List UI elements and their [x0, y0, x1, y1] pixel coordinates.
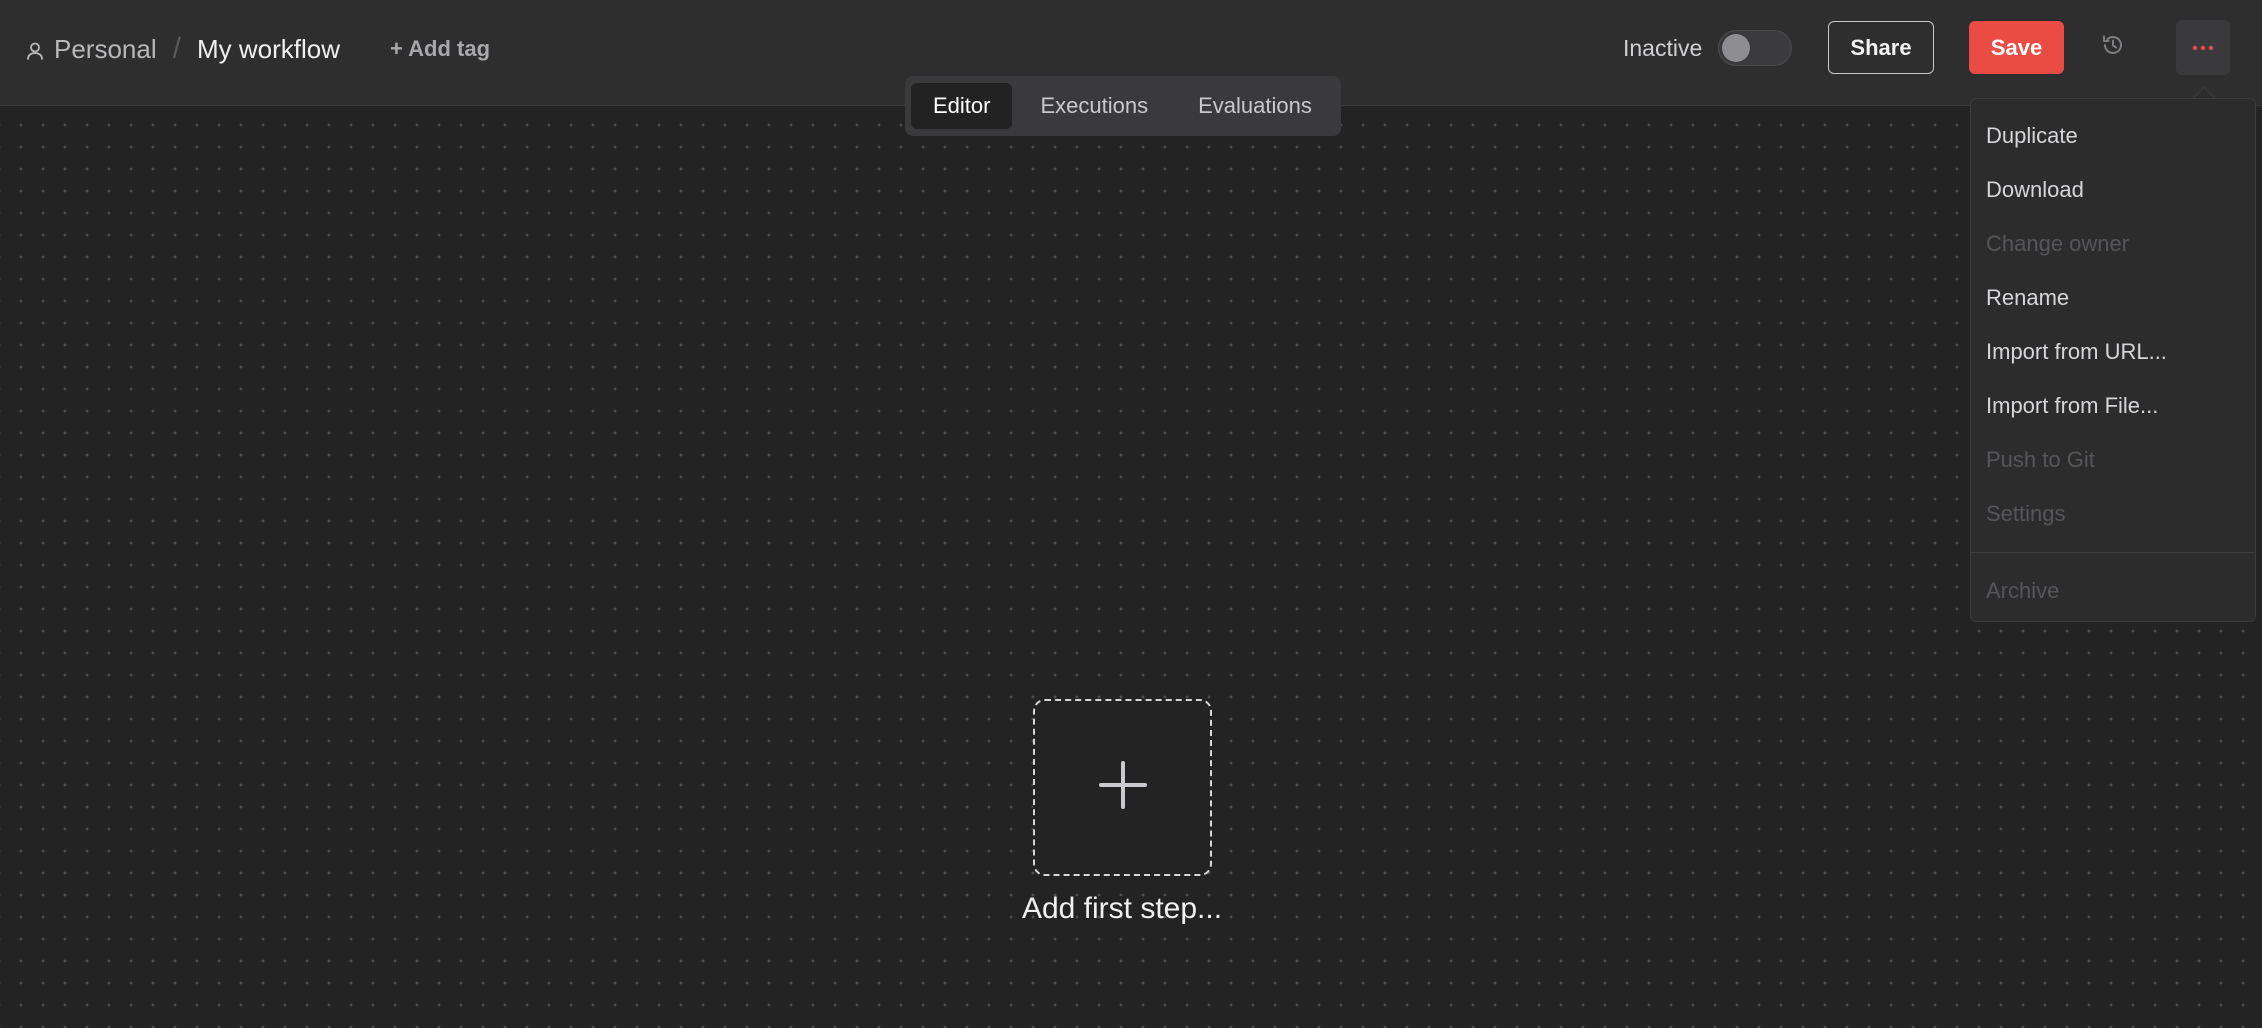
toggle-knob [1722, 34, 1750, 62]
view-tabs: Editor Executions Evaluations [905, 76, 1341, 136]
menu-item-archive: Archive [1986, 578, 2060, 603]
workflow-name[interactable]: My workflow [197, 34, 340, 65]
add-tag-button[interactable]: + Add tag [390, 0, 490, 98]
ellipsis-icon [2191, 39, 2215, 57]
menu-item-download[interactable]: Download [1971, 163, 2255, 217]
menu-item-settings: Settings [1986, 501, 2066, 526]
menu-item-push-to-git: Push to Git [1986, 447, 2095, 472]
active-toggle[interactable] [1718, 30, 1792, 66]
menu-item-rename[interactable]: Rename [1971, 271, 2255, 325]
user-icon [24, 38, 46, 60]
tab-editor[interactable]: Editor [911, 83, 1013, 129]
tab-executions[interactable]: Executions [1018, 83, 1170, 129]
menu-item-import-file[interactable]: Import from File... [1971, 379, 2255, 433]
history-icon [2100, 32, 2126, 63]
workflow-canvas[interactable] [0, 106, 2262, 1028]
menu-item-import-url[interactable]: Import from URL... [1971, 325, 2255, 379]
add-first-step-label: Add first step... [1021, 892, 1223, 925]
more-options-menu: Duplicate Download Change owner Rename I… [1970, 98, 2256, 622]
tab-evaluations[interactable]: Evaluations [1176, 83, 1334, 129]
breadcrumb-project[interactable]: Personal [54, 34, 157, 65]
menu-item-duplicate[interactable]: Duplicate [1971, 109, 2255, 163]
plus-icon [1097, 759, 1149, 816]
add-first-step-button[interactable] [1033, 699, 1212, 876]
breadcrumb-separator: / [172, 32, 181, 65]
menu-divider [1971, 552, 2255, 553]
active-status-label: Inactive [1623, 34, 1703, 61]
share-button[interactable]: Share [1828, 21, 1934, 74]
menu-item-change-owner: Change owner [1986, 231, 2130, 256]
more-options-button[interactable] [2176, 20, 2230, 75]
breadcrumb: Personal / My workflow [24, 0, 340, 98]
workflow-editor: Personal / My workflow + Add tag Inactiv… [0, 0, 2262, 1028]
save-button[interactable]: Save [1969, 21, 2064, 74]
history-button[interactable] [2096, 30, 2130, 64]
